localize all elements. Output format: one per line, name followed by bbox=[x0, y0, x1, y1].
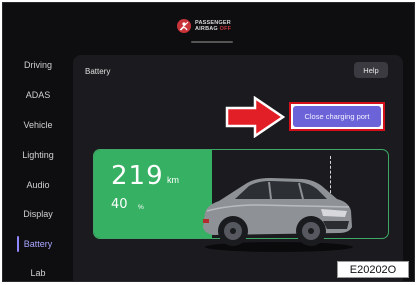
range-unit: km bbox=[167, 175, 179, 185]
sidebar-item-lighting[interactable]: Lighting bbox=[3, 143, 73, 167]
battery-percent-value: 40 bbox=[111, 197, 128, 212]
airbag-icon bbox=[177, 19, 191, 33]
range-value: 219 bbox=[111, 161, 164, 191]
airbag-line-2: AIRBAG bbox=[195, 26, 218, 32]
sidebar-item-battery[interactable]: Battery bbox=[3, 232, 73, 256]
figure-code: E20202O bbox=[337, 261, 409, 278]
status-bar-handle[interactable] bbox=[191, 41, 233, 43]
sidebar-item-display[interactable]: Display bbox=[3, 202, 73, 226]
passenger-airbag-indicator: PASSENGER AIRBAG OFF bbox=[177, 15, 231, 37]
sidebar-item-adas[interactable]: ADAS bbox=[3, 83, 73, 107]
close-charging-port-button[interactable]: Close charging port bbox=[293, 106, 381, 127]
active-indicator bbox=[17, 236, 19, 252]
airbag-state: OFF bbox=[219, 26, 232, 32]
vehicle-screen: PASSENGER AIRBAG OFF Driving ADAS Vehicl… bbox=[2, 2, 415, 282]
help-button[interactable]: Help bbox=[354, 62, 388, 78]
battery-percent-unit: % bbox=[138, 204, 144, 211]
sidebar-item-audio[interactable]: Audio bbox=[3, 173, 73, 197]
close-charging-port-highlight: Close charging port bbox=[289, 102, 385, 131]
settings-sidebar: Driving ADAS Vehicle Lighting Audio Disp… bbox=[3, 49, 73, 281]
sidebar-item-vehicle[interactable]: Vehicle bbox=[3, 113, 73, 137]
vehicle-image bbox=[203, 178, 353, 252]
page-title: Battery bbox=[85, 67, 111, 76]
sidebar-item-lab[interactable]: Lab bbox=[3, 261, 73, 281]
sidebar-item-driving[interactable]: Driving bbox=[3, 53, 73, 77]
callout-arrow-icon bbox=[225, 96, 286, 138]
